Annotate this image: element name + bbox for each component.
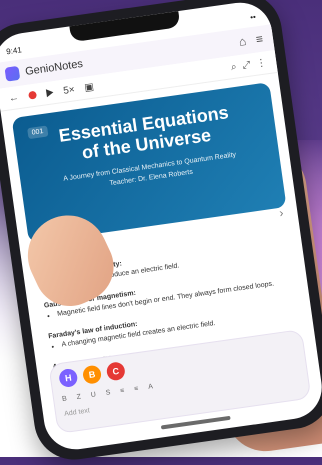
heading-button[interactable]: H [58,367,79,389]
next-page-icon[interactable]: › [278,205,284,219]
play-icon[interactable] [45,88,54,98]
format-z-icon[interactable]: Z [76,393,81,401]
back-icon[interactable]: ← [8,92,19,104]
status-indicators: •• [249,11,257,22]
toolbar-right-actions: ⌕ ⤢ ⋮ [230,57,267,73]
record-icon[interactable] [28,90,38,100]
format-bold-icon[interactable]: B [62,395,68,403]
format-list-icon[interactable]: ≡ [120,387,125,395]
format-text-icon[interactable]: A [148,383,154,391]
bold-button[interactable]: B [81,364,103,385]
format-strikethrough-icon[interactable]: S [105,389,111,397]
image-icon[interactable]: ▣ [84,81,95,93]
more-icon[interactable]: ⋮ [256,57,267,69]
color-button[interactable]: C [105,361,126,382]
app-name: GenioNotes [24,57,84,78]
speed-label[interactable]: 5× [63,84,76,96]
header-actions: ⌂ ≡ [238,32,264,49]
home-icon[interactable]: ⌂ [238,34,247,49]
app-logo-icon [4,65,21,82]
menu-icon[interactable]: ≡ [255,32,264,47]
format-underline-icon[interactable]: U [90,391,96,399]
search-icon[interactable]: ⌕ [230,61,237,73]
expand-icon[interactable]: ⤢ [242,59,251,71]
status-time: 9:41 [5,44,23,56]
format-align-icon[interactable]: ≡ [134,385,139,393]
